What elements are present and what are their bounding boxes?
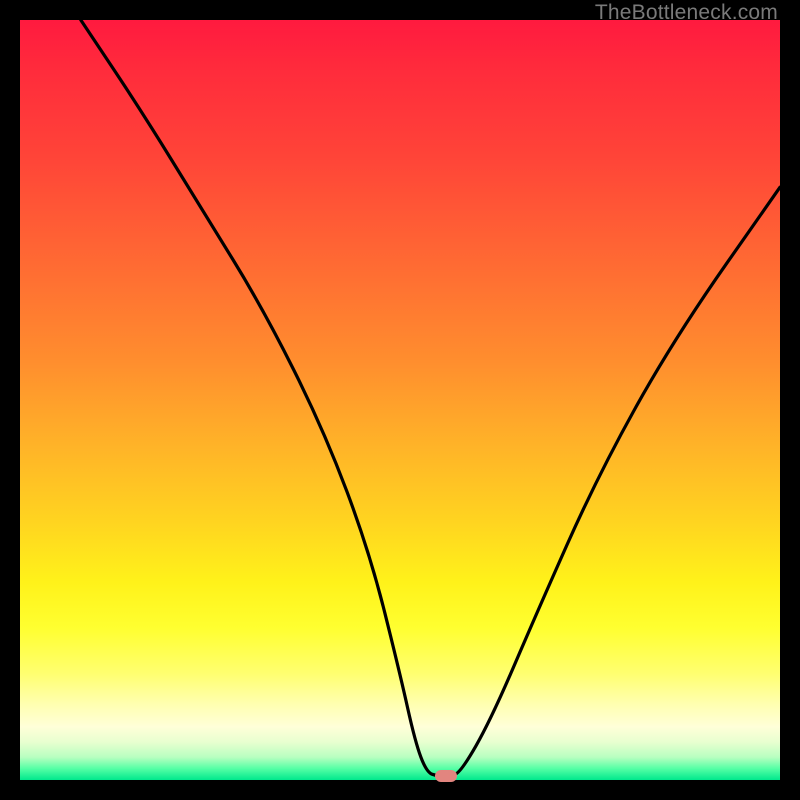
- optimum-marker: [435, 770, 457, 782]
- chart-frame: TheBottleneck.com: [0, 0, 800, 800]
- bottleneck-curve: [20, 20, 780, 780]
- plot-area: [20, 20, 780, 780]
